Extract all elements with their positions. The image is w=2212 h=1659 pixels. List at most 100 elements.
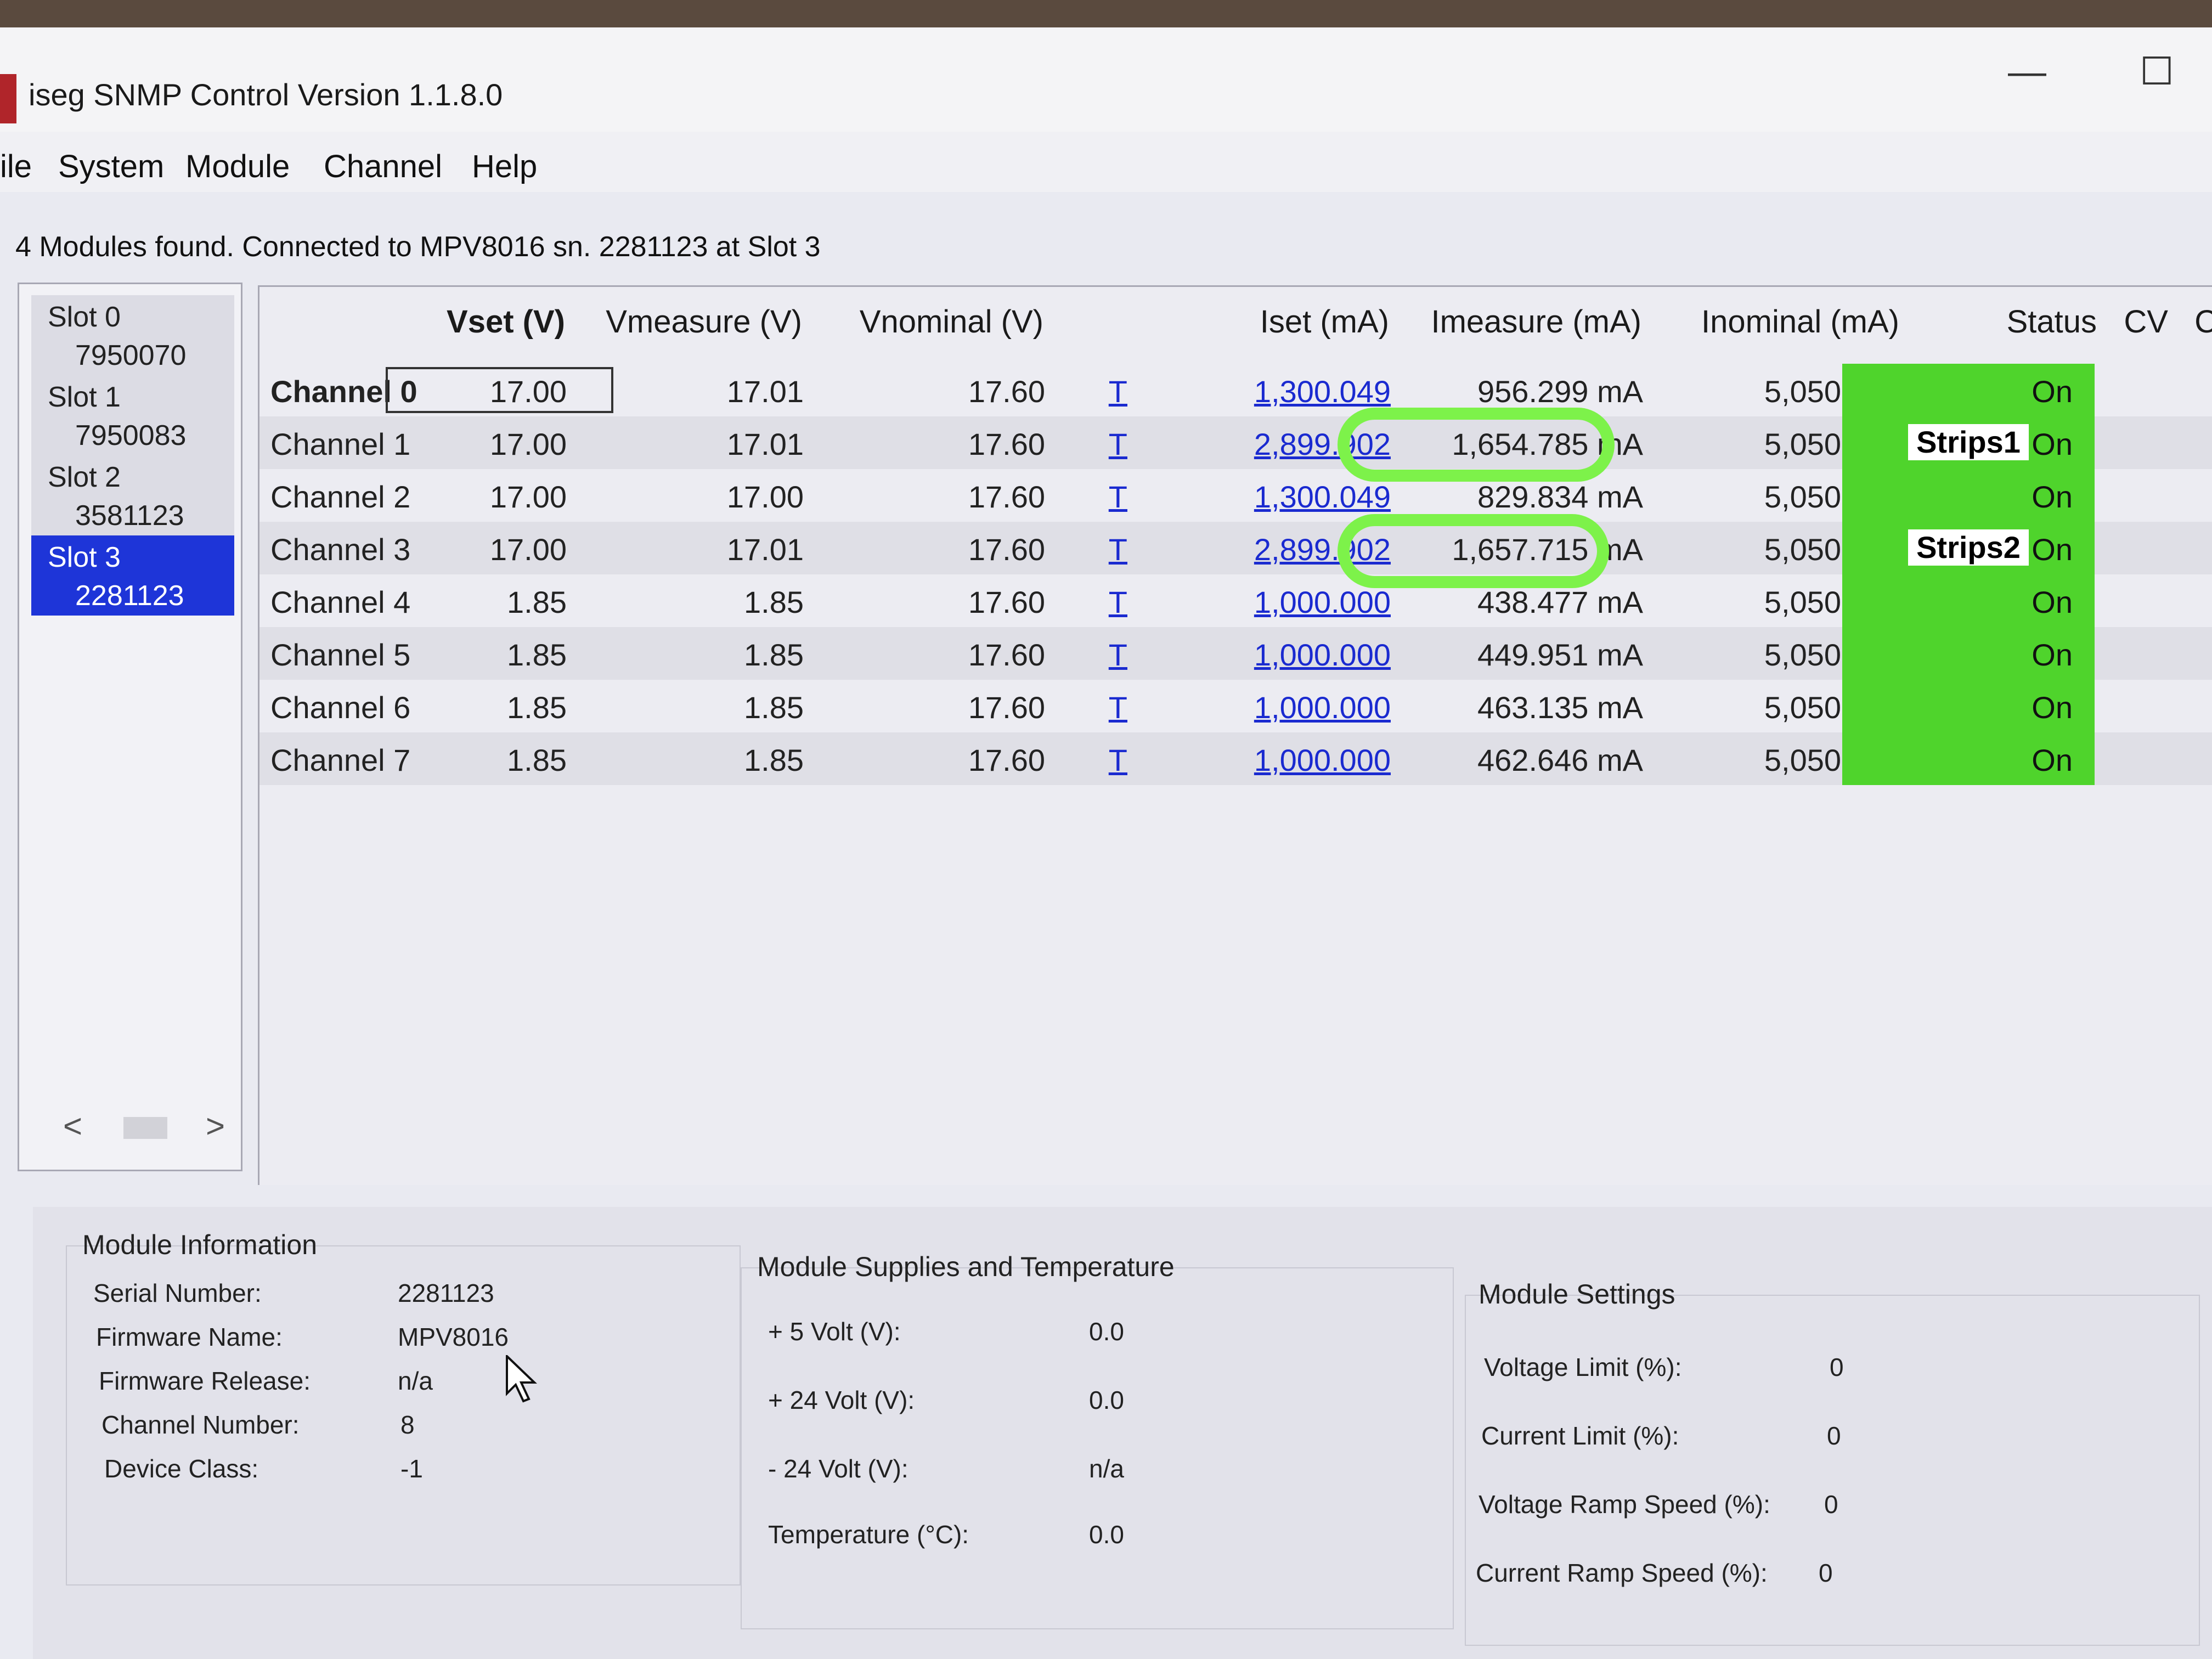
slot-serial: 3581123 xyxy=(75,500,184,532)
scroll-thumb[interactable] xyxy=(123,1117,167,1139)
cell-t[interactable]: T xyxy=(1109,479,1127,515)
cell-t[interactable]: T xyxy=(1109,690,1127,725)
slot-name: Slot 0 xyxy=(48,301,121,333)
status-text: On xyxy=(2032,374,2073,409)
cell-vmeasure: 17.01 xyxy=(726,532,804,567)
cell-t[interactable]: T xyxy=(1109,374,1127,409)
slot-scrollbar[interactable]: < > xyxy=(63,1107,228,1146)
slot-serial: 7950083 xyxy=(75,420,187,452)
cell-vset[interactable]: 17.00 xyxy=(490,426,567,462)
channel-row[interactable]: Channel 2 17.00 17.00 17.60 T 1,300.049 829.83… xyxy=(259,469,2212,522)
cell-t[interactable]: T xyxy=(1109,742,1127,778)
cell-iset[interactable]: 1,000.000 xyxy=(1254,690,1391,725)
cell-vmeasure: 17.01 xyxy=(726,427,804,461)
channel-row[interactable]: Channel 5 1.85 1.85 17.60 T 1,000.000 449.951 … xyxy=(259,627,2212,680)
cell-vmeasure: 17.01 xyxy=(726,374,804,409)
channel-row[interactable]: Channel 6 1.85 1.85 17.60 T 1,000.000 463.135 … xyxy=(259,680,2212,732)
slot-list: Slot 0 7950070 Slot 1 7950083 Slot 2 358… xyxy=(18,283,242,1171)
scroll-left-icon[interactable]: < xyxy=(63,1107,82,1145)
channel-name: Channel 1 xyxy=(270,427,411,461)
cell-vnominal: 17.60 xyxy=(968,532,1045,567)
channel-name: Channel 2 xyxy=(270,479,411,514)
channel-count-value: 8 xyxy=(400,1410,415,1439)
slot-name: Slot 3 xyxy=(48,541,121,573)
channel-name: Channel 3 xyxy=(270,532,411,567)
status-cell[interactable]: On xyxy=(1842,574,2095,627)
status-cell[interactable]: On xyxy=(1842,364,2095,416)
menu-channel[interactable]: Channel xyxy=(324,148,442,185)
menu-help[interactable]: Help xyxy=(472,148,537,185)
header-inominal[interactable]: Inominal (mA) xyxy=(1701,303,1899,340)
cell-iset[interactable]: 1,300.049 xyxy=(1254,479,1391,515)
menu-module[interactable]: Module xyxy=(185,148,290,185)
cell-vset[interactable]: 1.85 xyxy=(507,742,567,778)
header-vnominal[interactable]: Vnominal (V) xyxy=(860,303,1043,340)
cell-imeasure: 462.646 mA xyxy=(1477,743,1643,777)
fw-release-label: Firmware Release: xyxy=(99,1367,311,1395)
slot-item-0[interactable]: Slot 0 7950070 xyxy=(31,295,234,375)
cell-vnominal: 17.60 xyxy=(968,690,1045,725)
header-status[interactable]: Status xyxy=(2007,303,2097,340)
fw-name-label: Firmware Name: xyxy=(96,1323,283,1351)
cell-vset[interactable]: 17.00 xyxy=(490,479,567,515)
slot-item-2[interactable]: Slot 2 3581123 xyxy=(31,455,234,535)
cell-t[interactable]: T xyxy=(1109,584,1127,620)
cell-vnominal: 17.60 xyxy=(968,479,1045,514)
header-cv[interactable]: CV xyxy=(2124,303,2168,340)
slot-item-3[interactable]: Slot 3 2281123 xyxy=(31,535,234,616)
cell-iset[interactable]: 1,000.000 xyxy=(1254,637,1391,673)
status-cell[interactable]: On xyxy=(1842,627,2095,680)
header-imeasure[interactable]: Imeasure (mA) xyxy=(1431,303,1641,340)
slot-item-1[interactable]: Slot 1 7950083 xyxy=(31,375,234,455)
m24-value: n/a xyxy=(1089,1454,1124,1483)
channel-row[interactable]: Channel 4 1.85 1.85 17.60 T 1,000.000 438.477 … xyxy=(259,574,2212,627)
module-info-title: Module Information xyxy=(82,1229,318,1260)
vlimit-value: 0 xyxy=(1830,1353,1844,1381)
vramp-label: Voltage Ramp Speed (%): xyxy=(1479,1490,1770,1519)
channel-row[interactable]: Channel 1 17.00 17.01 17.60 T 2,899.902 1,654.… xyxy=(259,416,2212,469)
cell-vset[interactable]: 17.00 xyxy=(490,532,567,567)
cell-vset[interactable]: 1.85 xyxy=(507,690,567,725)
cell-iset[interactable]: 1,000.000 xyxy=(1254,584,1391,620)
serial-label: Serial Number: xyxy=(93,1279,262,1307)
menu-file[interactable]: ile xyxy=(0,148,32,185)
strip-annotation-label: Strips2 xyxy=(1908,529,2029,566)
channel-row[interactable]: Channel 7 1.85 1.85 17.60 T 1,000.000 462.646 … xyxy=(259,732,2212,785)
cell-t[interactable]: T xyxy=(1109,426,1127,462)
cell-imeasure: 438.477 mA xyxy=(1477,585,1643,619)
menu-system[interactable]: System xyxy=(58,148,164,185)
cell-vset[interactable]: 1.85 xyxy=(507,584,567,620)
maximize-button[interactable]: ☐ xyxy=(2140,49,2174,93)
header-c[interactable]: C xyxy=(2194,303,2212,340)
channel-count-label: Channel Number: xyxy=(101,1410,300,1439)
minimize-button[interactable]: — xyxy=(2008,49,2046,93)
cell-iset[interactable]: 1,300.049 xyxy=(1254,374,1391,409)
cell-imeasure: 956.299 mA xyxy=(1477,374,1643,409)
cell-vmeasure: 1.85 xyxy=(744,690,804,725)
settings-title: Module Settings xyxy=(1479,1279,1675,1310)
cell-vnominal: 17.60 xyxy=(968,427,1045,461)
fw-name-value: MPV8016 xyxy=(398,1323,509,1351)
vlimit-label: Voltage Limit (%): xyxy=(1484,1353,1682,1381)
cell-t[interactable]: T xyxy=(1109,637,1127,673)
cell-vmeasure: 1.85 xyxy=(744,637,804,672)
status-text: On xyxy=(2032,479,2073,514)
cell-iset[interactable]: 1,000.000 xyxy=(1254,742,1391,778)
status-cell[interactable]: On xyxy=(1842,680,2095,732)
header-vmeasure[interactable]: Vmeasure (V) xyxy=(606,303,802,340)
temp-value: 0.0 xyxy=(1089,1520,1124,1549)
cell-vset[interactable]: 1.85 xyxy=(507,637,567,673)
scroll-right-icon[interactable]: > xyxy=(206,1107,225,1145)
cell-vset[interactable]: 17.00 xyxy=(490,374,567,409)
status-cell[interactable]: On xyxy=(1842,469,2095,522)
status-cell[interactable]: On xyxy=(1842,732,2095,785)
temp-label: Temperature (°C): xyxy=(768,1520,969,1549)
header-iset[interactable]: Iset (mA) xyxy=(1260,303,1389,340)
channel-row[interactable]: Channel 0 17.00 17.01 17.60 T 1,300.049 956.29… xyxy=(259,364,2212,416)
strip-annotation-label: Strips1 xyxy=(1908,424,2029,460)
cell-imeasure: 463.135 mA xyxy=(1477,690,1643,725)
cell-t[interactable]: T xyxy=(1109,532,1127,567)
channel-row[interactable]: Channel 3 17.00 17.01 17.60 T 2,899.902 1,657.… xyxy=(259,522,2212,574)
ilimit-value: 0 xyxy=(1827,1421,1841,1450)
header-vset[interactable]: Vset (V) xyxy=(447,303,565,340)
